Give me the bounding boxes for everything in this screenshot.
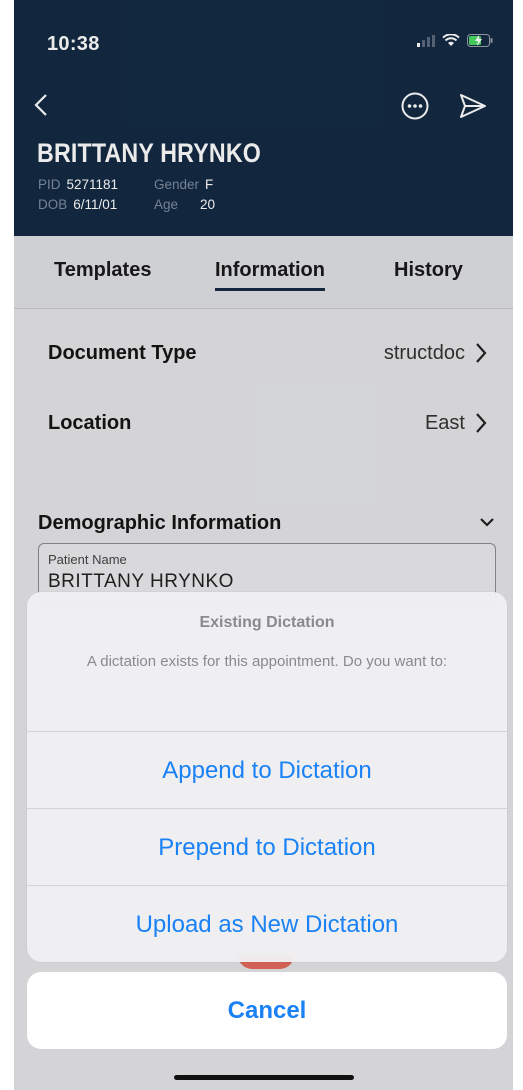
frame-border-right	[513, 0, 523, 1090]
action-sheet-message: A dictation exists for this appointment.…	[86, 653, 448, 670]
app-screen: 10:38 BRITTANY HRYNKO PID 5271181 Gender F…	[0, 0, 523, 1090]
action-sheet-title: Existing Dictation	[199, 614, 335, 631]
append-to-dictation-button[interactable]: Append to Dictation	[27, 731, 507, 809]
action-sheet: Existing Dictation A dictation exists fo…	[27, 592, 507, 962]
prepend-to-dictation-button[interactable]: Prepend to Dictation	[27, 808, 507, 886]
home-indicator	[174, 1075, 354, 1080]
cancel-button[interactable]: Cancel	[27, 972, 507, 1049]
upload-new-dictation-button[interactable]: Upload as New Dictation	[27, 885, 507, 962]
frame-border-left	[0, 0, 14, 1090]
